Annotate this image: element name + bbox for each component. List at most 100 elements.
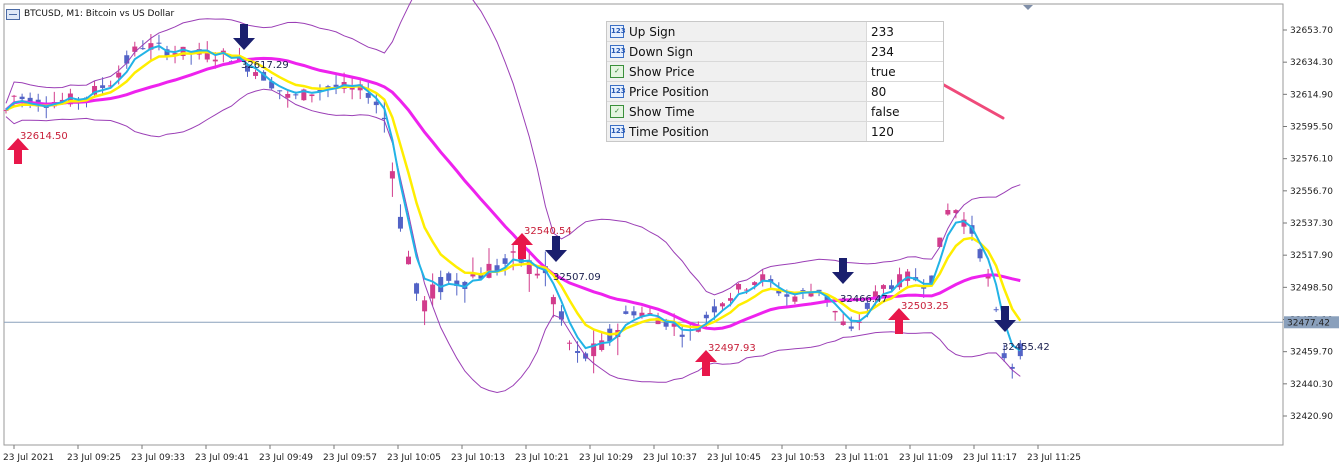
param-row-time-position[interactable]: 123 Time Position 120 <box>607 122 943 141</box>
time-axis-label: 23 Jul 11:09 <box>899 453 953 463</box>
param-row-show-price[interactable]: ✓ Show Price true <box>607 62 943 82</box>
param-name: Show Price <box>629 64 695 79</box>
price-axis-label: 32498.50 <box>1290 283 1333 293</box>
chart-title: BTCUSD, M1: Bitcoin vs US Dollar <box>24 9 175 19</box>
chart-title-bar: BTCUSD, M1: Bitcoin vs US Dollar <box>6 6 174 22</box>
price-axis-label: 32537.30 <box>1290 219 1333 229</box>
chart-window-icon <box>6 8 20 20</box>
param-row-show-time[interactable]: ✓ Show Time false <box>607 102 943 122</box>
candle-body <box>784 294 790 297</box>
candle-body <box>397 216 403 229</box>
up-signal-price-label: 32497.93 <box>708 343 756 354</box>
candle-body <box>719 303 725 307</box>
candle-body <box>389 171 395 179</box>
param-name: Price Position <box>629 84 709 99</box>
candle-body <box>277 90 283 92</box>
down-signal-price-label: 32466.47 <box>840 294 888 305</box>
candle-body <box>510 251 516 253</box>
boolean-icon: ✓ <box>610 65 624 78</box>
candle-body <box>631 311 637 316</box>
price-axis-label: 32420.90 <box>1290 412 1333 422</box>
price-axis-label: 32595.50 <box>1290 123 1333 133</box>
candle-body <box>840 321 846 326</box>
time-axis-label: 23 Jul 11:25 <box>1027 453 1081 463</box>
candle-body <box>285 93 291 98</box>
candle-body <box>880 285 886 289</box>
candle-body <box>848 326 854 329</box>
candle-body <box>993 309 999 311</box>
param-value[interactable]: 234 <box>867 45 943 59</box>
number-icon: 123 <box>610 125 626 138</box>
candle-body <box>534 273 540 276</box>
up-signal-price-label: 32503.25 <box>901 301 949 312</box>
param-value[interactable]: true <box>867 65 943 79</box>
number-icon: 123 <box>610 25 626 38</box>
candle-body <box>446 273 452 281</box>
boolean-icon: ✓ <box>610 105 624 118</box>
up-signal-price-label: 32614.50 <box>20 131 68 142</box>
candle-body <box>977 249 983 259</box>
time-axis-label: 23 Jul 09:41 <box>195 453 249 463</box>
param-value[interactable]: 80 <box>867 85 943 99</box>
time-axis-label: 23 Jul 11:01 <box>835 453 889 463</box>
candle-body <box>414 283 420 294</box>
candle-body <box>1001 353 1007 359</box>
price-axis-label: 32440.30 <box>1290 380 1333 390</box>
param-name: Up Sign <box>629 24 676 39</box>
price-axis-label: 32517.90 <box>1290 251 1333 261</box>
time-axis-label: 23 Jul 11:17 <box>963 453 1017 463</box>
time-axis-label: 23 Jul 10:53 <box>771 453 825 463</box>
candle-body <box>736 284 742 290</box>
param-value[interactable]: false <box>867 105 943 119</box>
candle-body <box>550 297 556 305</box>
price-axis-label: 32576.10 <box>1290 155 1333 165</box>
candle-body <box>430 284 436 299</box>
param-name: Time Position <box>629 124 709 139</box>
time-axis-label: 23 Jul 2021 <box>3 453 54 463</box>
time-axis-label: 23 Jul 10:37 <box>643 453 697 463</box>
current-price-label: 32477.42 <box>1287 318 1330 328</box>
candle-body <box>253 72 259 76</box>
param-value[interactable]: 120 <box>867 125 943 139</box>
candle-body <box>212 59 218 62</box>
candle-body <box>116 72 122 78</box>
time-axis-label: 23 Jul 09:49 <box>259 453 313 463</box>
down-signal-price-label: 32455.42 <box>1002 342 1050 353</box>
param-name: Show Time <box>629 104 695 119</box>
candle-body <box>945 209 951 215</box>
indicator-parameters-table[interactable]: 123 Up Sign 233 123 Down Sign 234 ✓ Show Pr… <box>606 21 944 142</box>
candle-body <box>293 94 299 96</box>
chart-window[interactable]: 32653.70 32634.30 32614.90 32595.50 32576.10… <box>0 0 1343 470</box>
candle-body <box>679 334 685 337</box>
param-name: Down Sign <box>629 44 693 59</box>
candle-body <box>502 258 508 264</box>
down-signal-price-label: 32617.29 <box>241 60 289 71</box>
candle-body <box>832 310 838 313</box>
time-axis-label: 23 Jul 10:05 <box>387 453 441 463</box>
candle-body <box>100 85 106 88</box>
time-axis-label: 23 Jul 10:13 <box>451 453 505 463</box>
time-axis-label: 23 Jul 10:45 <box>707 453 761 463</box>
price-axis-label: 32634.30 <box>1290 58 1333 68</box>
param-value[interactable]: 233 <box>867 25 943 39</box>
param-row-price-position[interactable]: 123 Price Position 80 <box>607 82 943 102</box>
param-row-down-sign[interactable]: 123 Down Sign 234 <box>607 42 943 62</box>
candle-body <box>19 96 25 100</box>
candle-body <box>792 296 798 302</box>
number-icon: 123 <box>610 45 626 58</box>
candle-body <box>309 94 315 97</box>
time-axis-label: 23 Jul 10:21 <box>515 453 569 463</box>
candle-body <box>406 256 411 265</box>
candle-body <box>422 300 428 312</box>
time-axis-label: 23 Jul 10:29 <box>579 453 633 463</box>
price-axis-label: 32653.70 <box>1290 26 1333 36</box>
param-row-up-sign[interactable]: 123 Up Sign 233 <box>607 22 943 42</box>
candle-body <box>623 311 629 314</box>
up-signal-price-label: 32540.54 <box>524 226 572 237</box>
candle-body <box>575 351 581 353</box>
candle-body <box>567 342 572 344</box>
candle-body <box>728 298 733 301</box>
price-axis-label: 32556.70 <box>1290 187 1333 197</box>
time-axis-label: 23 Jul 09:57 <box>323 453 377 463</box>
price-axis-label: 32459.70 <box>1290 348 1333 358</box>
